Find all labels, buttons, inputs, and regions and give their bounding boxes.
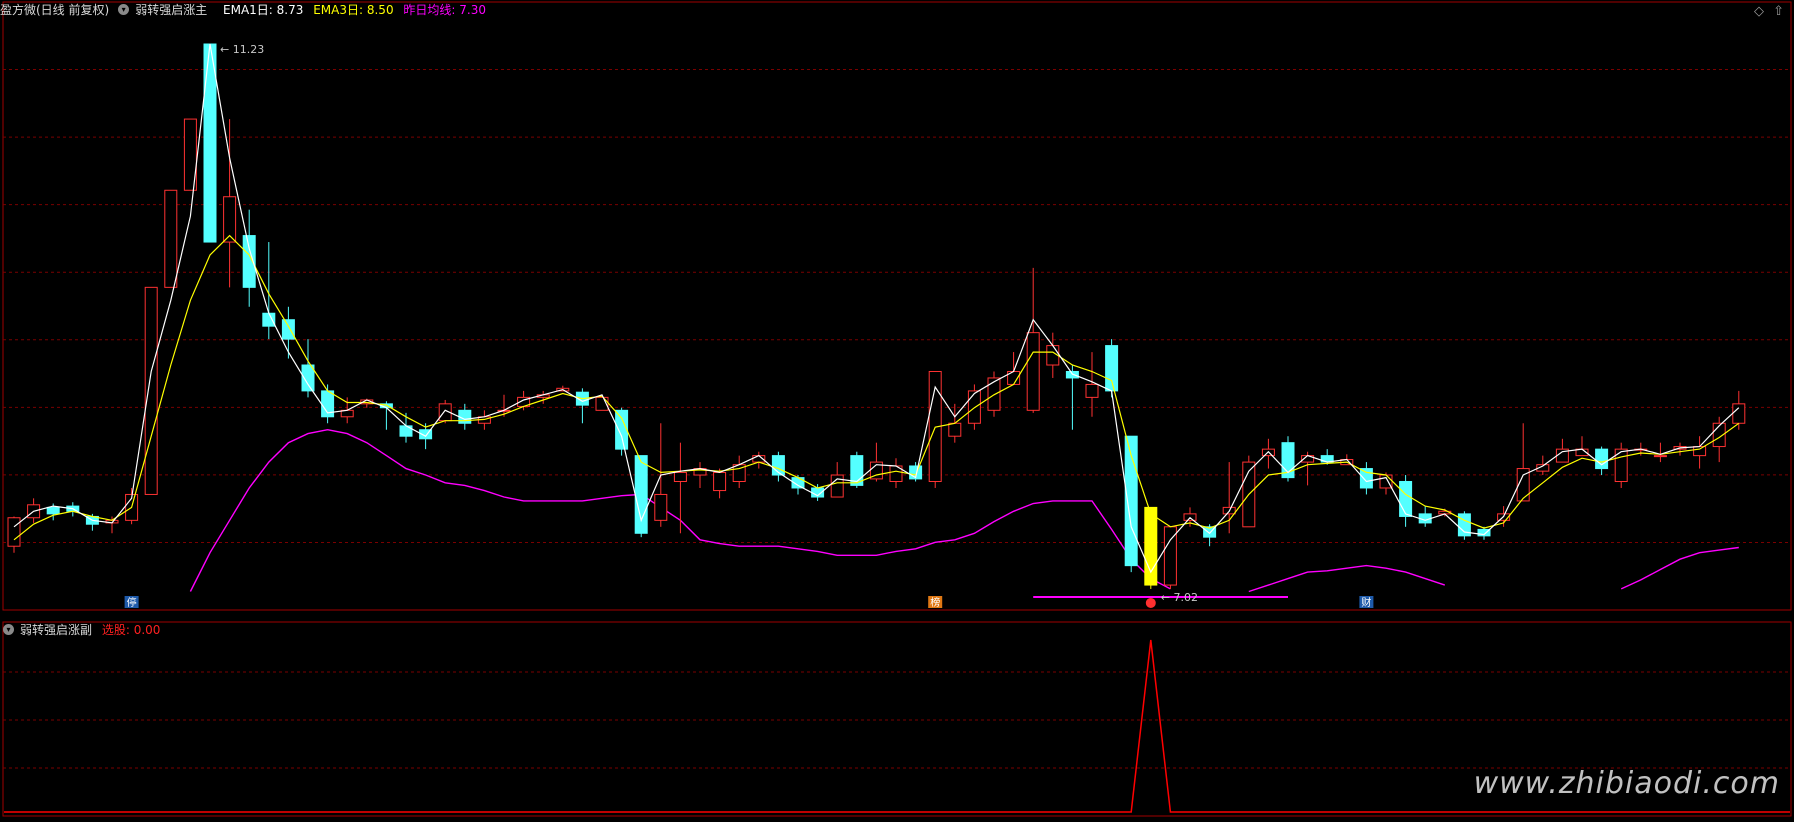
candle-body [1595, 448, 1609, 470]
sub-value-legend: 选股: 0.00 [101, 623, 161, 637]
prev-avg-line [1248, 564, 1446, 593]
candle-body [615, 409, 629, 450]
event-marker-label: 停 [127, 596, 137, 609]
ema1-legend: EMA1日: 8.73 [223, 3, 304, 17]
sub-header: ▾ 弱转强启涨副 选股: 0.00 [0, 620, 166, 640]
chart-stage: ← 11.23 ← 7.02 停 榜 财 盈方微(日线 前复权) ▾ 弱转强启涨主 EMA1… [0, 0, 1794, 819]
candle-body [1653, 455, 1667, 458]
candle-body [1732, 403, 1746, 424]
event-marker-label: 财 [1361, 596, 1371, 609]
candle-body [46, 506, 60, 515]
signal-marker-icon [1145, 597, 1156, 608]
prev-avg-line [1620, 546, 1739, 590]
main-panel-frame [2, 1, 1792, 611]
event-marker-label: 榜 [930, 596, 940, 609]
candle-body [1144, 506, 1158, 586]
candle-body [262, 312, 276, 327]
up-arrow-icon[interactable]: ⇧ [1773, 4, 1784, 19]
ema3-legend: EMA3日: 8.50 [313, 3, 394, 17]
main-indicator-name[interactable]: 弱转强启涨主 [135, 3, 207, 17]
max-price-label: ← 11.23 [220, 43, 264, 56]
candle-body [144, 286, 158, 495]
indicator-dropdown-icon[interactable]: ▾ [118, 4, 130, 15]
candle-body [948, 422, 962, 437]
diamond-icon[interactable]: ◇ [1754, 4, 1764, 19]
watermark: www.zhibiaodi.com [1473, 766, 1780, 801]
stock-title: 盈方微(日线 前复权) [0, 3, 110, 17]
ema1-line [13, 43, 1740, 574]
sub-indicator-dropdown-icon[interactable]: ▾ [3, 624, 14, 635]
prev-avg-legend: 昨日均线: 7.30 [403, 3, 486, 17]
candle-body [7, 517, 21, 547]
candle-body [673, 471, 687, 483]
candle-body [458, 409, 472, 424]
min-price-label: ← 7.02 [1161, 591, 1198, 604]
chart-svg[interactable]: ← 11.23 ← 7.02 停 榜 财 [0, 0, 1794, 819]
main-header: 盈方微(日线 前复权) ▾ 弱转强启涨主 EMA1日: 8.73 EMA3日: 8.… [0, 0, 492, 20]
candle-body [1359, 468, 1373, 489]
candle-body [1085, 383, 1099, 398]
candle-body [281, 319, 295, 340]
candle-body [1399, 481, 1413, 517]
candle-body [1105, 345, 1119, 392]
candle-body [203, 43, 217, 243]
candle-body [713, 471, 727, 492]
ema3-line [13, 234, 1740, 541]
sub-indicator-name[interactable]: 弱转强启涨副 [20, 623, 92, 637]
candle-body [1026, 332, 1040, 411]
candle-body [654, 493, 668, 521]
candle-body [164, 189, 178, 288]
candle-body [1693, 446, 1707, 457]
